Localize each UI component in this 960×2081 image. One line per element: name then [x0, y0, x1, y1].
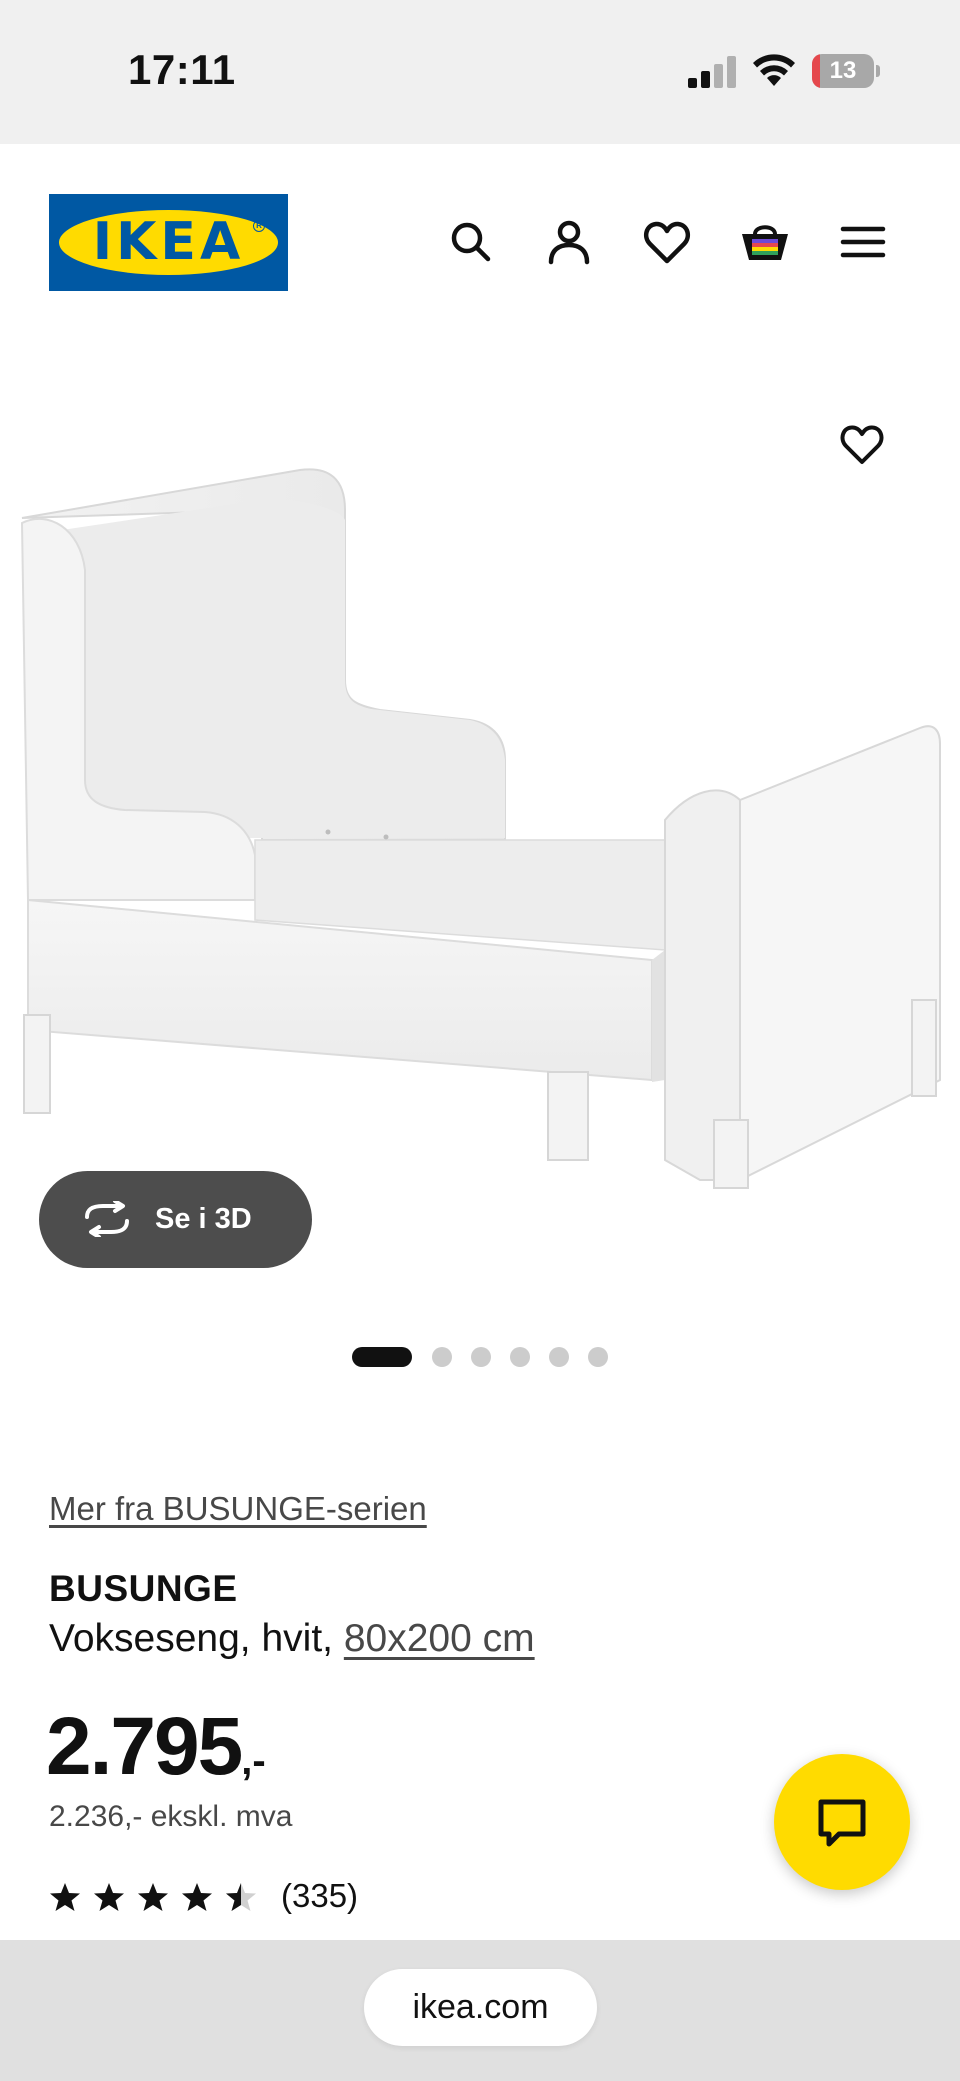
- logo-text: IKEA: [92, 212, 245, 272]
- product-price: 2.795,-: [46, 1700, 266, 1794]
- rating-count: (335): [281, 1877, 359, 1914]
- star-icon: [182, 1883, 212, 1911]
- url-bar[interactable]: ikea.com: [364, 1969, 597, 2046]
- browser-bottom-bar: ikea.com: [0, 1940, 960, 2081]
- favourites-icon[interactable]: [641, 216, 693, 268]
- product-description-text: Vokseseng, hvit,: [49, 1617, 344, 1660]
- cellular-signal-icon: [688, 56, 736, 88]
- shopping-bag-icon[interactable]: [739, 216, 791, 268]
- product-name: BUSUNGE: [49, 1568, 238, 1609]
- gallery-pagination: [352, 1347, 612, 1367]
- price-suffix: ,-: [241, 1739, 266, 1783]
- site-header: IKEA R: [0, 144, 960, 344]
- series-link[interactable]: Mer fra BUSUNGE-serien: [49, 1490, 427, 1528]
- battery-icon: 13: [812, 54, 880, 88]
- gallery-dot[interactable]: [471, 1347, 491, 1367]
- price-main: 2.795: [46, 1701, 243, 1792]
- chat-icon: [818, 1799, 866, 1847]
- chat-button[interactable]: [774, 1754, 910, 1890]
- product-image[interactable]: [0, 360, 960, 1260]
- favourite-heart-icon[interactable]: [838, 420, 886, 468]
- account-icon[interactable]: [543, 216, 595, 268]
- wifi-icon: [753, 54, 795, 86]
- gallery-dot[interactable]: [432, 1347, 452, 1367]
- star-half-icon: [226, 1883, 256, 1911]
- search-icon[interactable]: [445, 216, 497, 268]
- gallery-dot[interactable]: [549, 1347, 569, 1367]
- price-excl-vat: 2.236,- ekskl. mva: [49, 1800, 293, 1833]
- status-bar: 17:11 13: [0, 0, 960, 144]
- battery-level: 13: [829, 57, 857, 84]
- gallery-dot[interactable]: [510, 1347, 530, 1367]
- view-3d-label: Se i 3D: [155, 1203, 252, 1235]
- star-icon: [138, 1883, 168, 1911]
- gallery-dot[interactable]: [352, 1347, 412, 1367]
- star-icon: [50, 1883, 80, 1911]
- rotate-3d-icon: [85, 1201, 129, 1237]
- menu-icon[interactable]: [837, 216, 889, 268]
- gallery-dot[interactable]: [588, 1347, 608, 1367]
- product-description: Vokseseng, hvit, 80x200 cm: [49, 1617, 535, 1661]
- ikea-logo[interactable]: IKEA R: [49, 194, 288, 291]
- star-icon: [94, 1883, 124, 1911]
- view-3d-button[interactable]: Se i 3D: [39, 1171, 312, 1268]
- status-time: 17:11: [128, 46, 236, 93]
- size-link[interactable]: 80x200 cm: [344, 1617, 535, 1660]
